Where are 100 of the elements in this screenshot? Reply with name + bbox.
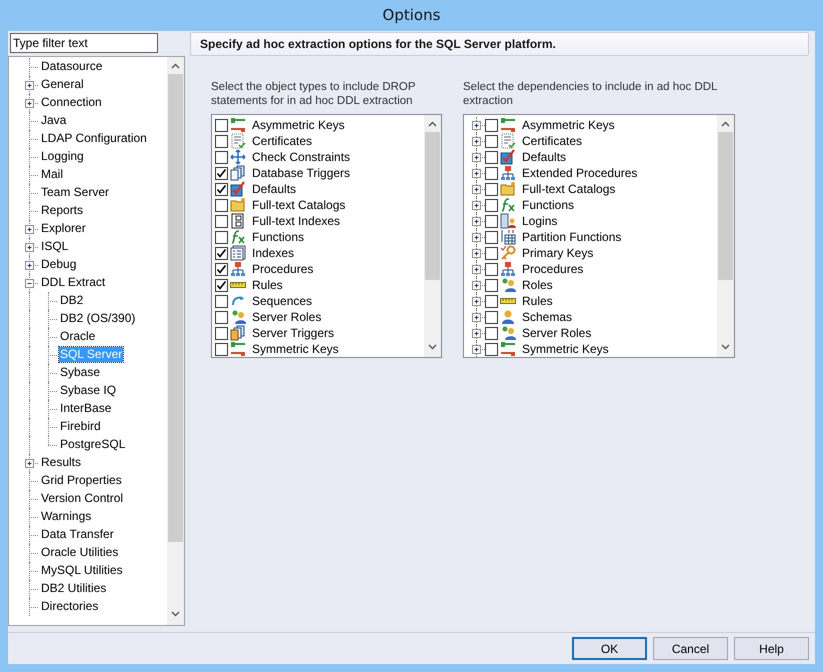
list-item-label[interactable]: Certificates [522, 134, 582, 148]
expand-icon[interactable] [25, 459, 34, 468]
tree-item[interactable]: Datasource [40, 59, 104, 74]
list-item-label[interactable]: Certificates [252, 134, 312, 148]
checkbox[interactable] [485, 262, 498, 276]
checkbox[interactable] [215, 246, 228, 260]
checkbox[interactable] [215, 294, 228, 308]
checkbox[interactable] [215, 342, 228, 356]
tree-item[interactable]: DB2 (OS/390) [59, 311, 136, 326]
checkbox[interactable] [215, 310, 228, 324]
checkbox[interactable] [215, 166, 228, 180]
checkbox[interactable] [485, 118, 498, 132]
list-item-label[interactable]: Logins [522, 214, 558, 228]
list-item-label[interactable]: Indexes [252, 246, 294, 260]
expand-icon[interactable] [25, 261, 34, 270]
scroll-thumb[interactable] [168, 74, 183, 542]
expand-icon[interactable] [472, 217, 481, 226]
checkbox[interactable] [485, 150, 498, 164]
tree-item[interactable]: LDAP Configuration [40, 131, 148, 146]
expand-icon[interactable] [472, 153, 481, 162]
list-item-label[interactable]: Sequences [252, 294, 312, 308]
tree-item[interactable]: PostgreSQL [59, 437, 126, 452]
tree-item[interactable]: Connection [40, 95, 103, 110]
tree-item[interactable]: Logging [40, 149, 85, 164]
list-item-label[interactable]: Partition Functions [522, 230, 622, 244]
checkbox[interactable] [485, 230, 498, 244]
list-item-label[interactable]: Asymmetric Keys [522, 118, 615, 132]
checkbox[interactable] [215, 150, 228, 164]
list-item-label[interactable]: Extended Procedures [522, 166, 638, 180]
checkbox[interactable] [485, 166, 498, 180]
tree-item[interactable]: Grid Properties [40, 473, 123, 488]
expand-icon[interactable] [472, 345, 481, 354]
dialog-button[interactable]: Help [734, 637, 809, 660]
expand-icon[interactable] [472, 249, 481, 258]
dialog-button[interactable]: OK [572, 637, 647, 660]
checkbox[interactable] [485, 198, 498, 212]
expand-icon[interactable] [472, 185, 481, 194]
tree-item[interactable]: Firebird [59, 419, 102, 434]
checkbox[interactable] [485, 214, 498, 228]
tree-item[interactable]: Team Server [40, 185, 110, 200]
tree-item[interactable]: Warnings [40, 509, 92, 524]
list-item-label[interactable]: Full-text Indexes [252, 214, 340, 228]
list-item-label[interactable]: Full-text Catalogs [522, 182, 616, 196]
scroll-thumb[interactable] [425, 132, 440, 280]
expand-icon[interactable] [25, 99, 34, 108]
tree-item[interactable]: Mail [40, 167, 64, 182]
tree-item[interactable]: Data Transfer [40, 527, 115, 542]
checkbox[interactable] [215, 278, 228, 292]
tree-item[interactable]: Oracle [59, 329, 96, 344]
list-item-label[interactable]: Rules [252, 278, 283, 292]
expand-icon[interactable] [472, 233, 481, 242]
list-item-label[interactable]: Full-text Catalogs [252, 198, 346, 212]
list-item-label[interactable]: Functions [252, 230, 304, 244]
tree-item[interactable]: Oracle Utilities [40, 545, 120, 560]
list-item-label[interactable]: Primary Keys [522, 246, 594, 260]
checkbox[interactable] [485, 134, 498, 148]
checkbox[interactable] [215, 118, 228, 132]
tree-item[interactable]: DDL Extract [40, 275, 106, 290]
list-item-label[interactable]: Schemas [522, 310, 572, 324]
checkbox[interactable] [485, 246, 498, 260]
list-item-label[interactable]: Defaults [522, 150, 566, 164]
tree-item[interactable]: General [40, 77, 85, 92]
expand-icon[interactable] [472, 137, 481, 146]
scrollbar[interactable] [424, 115, 441, 357]
list-item-label[interactable]: Functions [522, 198, 574, 212]
scrollbar[interactable] [717, 115, 734, 357]
tree-item[interactable]: Sybase IQ [59, 383, 118, 398]
tree-item[interactable]: Results [40, 455, 82, 470]
checkbox[interactable] [215, 182, 228, 196]
list-item-label[interactable]: Procedures [252, 262, 314, 276]
expand-icon[interactable] [25, 81, 34, 90]
list-item-label[interactable]: Rules [522, 294, 553, 308]
filter-field[interactable]: Type filter text [10, 33, 158, 53]
expand-icon[interactable] [472, 313, 481, 322]
scrollbar[interactable] [167, 57, 184, 625]
list-item-label[interactable]: Roles [522, 278, 553, 292]
tree-item[interactable]: InterBase [59, 401, 112, 416]
expand-icon[interactable] [472, 201, 481, 210]
tree-item[interactable]: Directories [40, 599, 100, 614]
dialog-button[interactable]: Cancel [653, 637, 728, 660]
list-item-label[interactable]: Server Roles [252, 310, 322, 324]
tree-item[interactable]: ISQL [40, 239, 70, 254]
tree-item[interactable]: Sybase [59, 365, 102, 380]
scroll-thumb[interactable] [718, 132, 733, 280]
expand-icon[interactable] [472, 281, 481, 290]
checkbox[interactable] [485, 294, 498, 308]
list-item-label[interactable]: Server Roles [522, 326, 592, 340]
checkbox[interactable] [215, 326, 228, 340]
list-item-label[interactable]: Server Triggers [252, 326, 334, 340]
tree-item[interactable]: Explorer [40, 221, 87, 236]
list-item-label[interactable]: Symmetric Keys [252, 342, 339, 356]
list-item-label[interactable]: Defaults [252, 182, 296, 196]
checkbox[interactable] [485, 342, 498, 356]
collapse-icon[interactable] [25, 279, 34, 288]
tree-item[interactable]: Reports [40, 203, 84, 218]
tree-item[interactable]: Java [40, 113, 68, 128]
tree-item[interactable]: DB2 [59, 293, 84, 308]
tree-item[interactable]: Debug [40, 257, 78, 272]
list-item-label[interactable]: Procedures [522, 262, 584, 276]
expand-icon[interactable] [472, 121, 481, 130]
